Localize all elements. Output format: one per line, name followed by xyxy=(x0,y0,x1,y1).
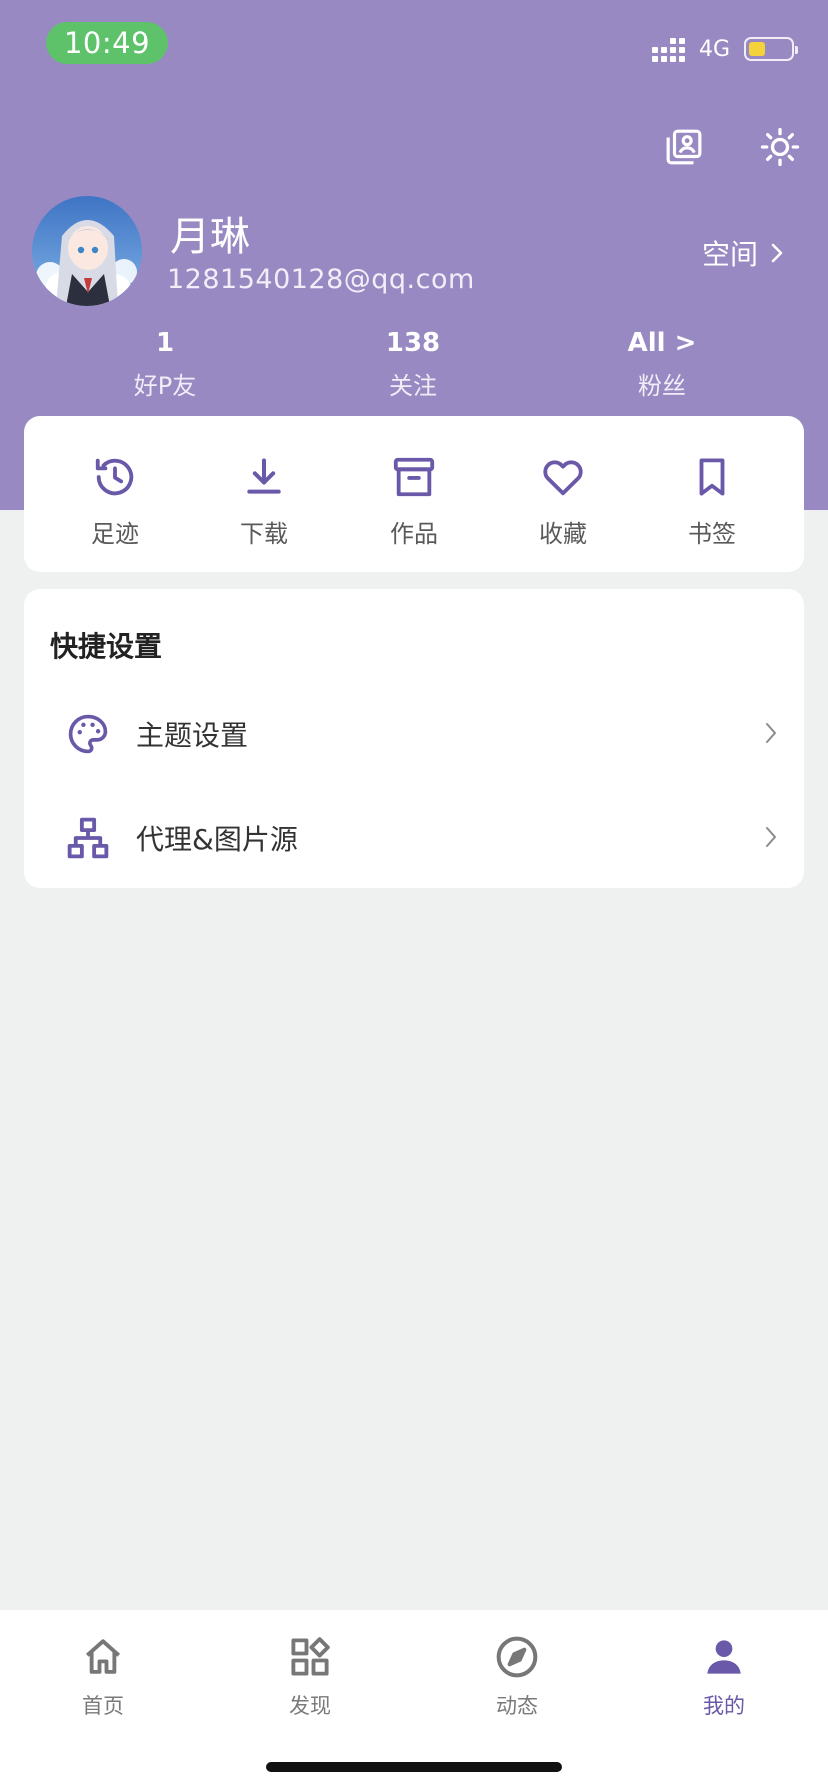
download-icon xyxy=(204,452,324,502)
archive-icon xyxy=(354,452,474,502)
chevron-right-icon xyxy=(766,723,776,743)
stat-value: All > xyxy=(627,328,697,358)
home-indicator[interactable] xyxy=(266,1762,562,1772)
stat-friends[interactable]: 1 好P友 xyxy=(75,326,255,401)
bookmark-icon xyxy=(652,452,772,502)
user-icon xyxy=(664,1632,784,1682)
quick-action-label: 书签 xyxy=(688,520,736,548)
settings-item-proxy[interactable]: 代理&图片源 xyxy=(24,793,804,883)
stat-followers[interactable]: All > 粉丝 xyxy=(572,326,752,401)
space-label: 空间 xyxy=(701,238,758,271)
status-indicators: 4G xyxy=(651,34,798,64)
nav-item-discover[interactable]: 发现 xyxy=(250,1632,370,1720)
stat-following[interactable]: 138 关注 xyxy=(323,326,503,401)
sitemap-icon xyxy=(64,814,112,862)
sun-icon[interactable] xyxy=(758,125,802,169)
quick-action-label: 收藏 xyxy=(539,520,587,548)
palette-icon xyxy=(64,710,112,758)
nav-label: 发现 xyxy=(289,1694,331,1718)
quick-action-history[interactable]: 足迹 xyxy=(55,452,175,549)
quick-action-label: 下载 xyxy=(240,520,288,548)
nav-item-activity[interactable]: 动态 xyxy=(457,1632,577,1720)
history-icon xyxy=(55,452,175,502)
stat-label: 关注 xyxy=(389,372,437,400)
battery-level xyxy=(749,42,765,56)
heart-icon xyxy=(503,452,623,502)
status-time: 10:49 xyxy=(46,22,168,64)
nav-item-home[interactable]: 首页 xyxy=(43,1632,163,1720)
settings-item-label: 主题设置 xyxy=(136,719,249,752)
quick-actions-card: 足迹 下载 作品 收藏 书签 xyxy=(24,416,804,572)
profile-card-icon[interactable] xyxy=(662,125,706,169)
nav-label: 首页 xyxy=(82,1694,124,1718)
quick-action-label: 作品 xyxy=(390,520,438,548)
chevron-right-icon xyxy=(766,827,776,847)
quick-action-works[interactable]: 作品 xyxy=(354,452,474,549)
stat-label: 粉丝 xyxy=(638,372,686,400)
quick-action-download[interactable]: 下载 xyxy=(204,452,324,549)
profile-stats: 1 好P友 138 关注 All > 粉丝 xyxy=(0,326,828,401)
battery-icon xyxy=(744,37,798,61)
user-email: 1281540128@qq.com xyxy=(167,264,475,295)
stat-value: 138 xyxy=(385,328,441,358)
network-label: 4G xyxy=(698,36,730,62)
username: 月琳 xyxy=(170,214,250,260)
settings-item-label: 代理&图片源 xyxy=(136,823,298,856)
quick-settings-card: 快捷设置 主题设置 代理&图片源 xyxy=(24,589,804,888)
chevron-right-icon xyxy=(771,243,783,263)
nav-item-me[interactable]: 我的 xyxy=(664,1632,784,1720)
nav-label: 动态 xyxy=(496,1694,538,1718)
settings-title: 快捷设置 xyxy=(50,630,163,663)
compass-icon xyxy=(457,1632,577,1682)
nav-label: 我的 xyxy=(703,1694,745,1718)
settings-item-theme[interactable]: 主题设置 xyxy=(24,689,804,779)
stat-value: 1 xyxy=(155,328,175,358)
discover-icon xyxy=(250,1632,370,1682)
bottom-nav: 首页 发现 动态 我的 xyxy=(0,1610,828,1792)
stat-label: 好P友 xyxy=(133,372,197,400)
quick-action-bookmarks[interactable]: 书签 xyxy=(652,452,772,549)
home-icon xyxy=(43,1632,163,1682)
quick-action-favorites[interactable]: 收藏 xyxy=(503,452,623,549)
space-link[interactable]: 空间 xyxy=(702,233,784,273)
avatar[interactable] xyxy=(32,196,142,306)
signal-icon xyxy=(651,36,685,62)
quick-action-label: 足迹 xyxy=(91,520,139,548)
